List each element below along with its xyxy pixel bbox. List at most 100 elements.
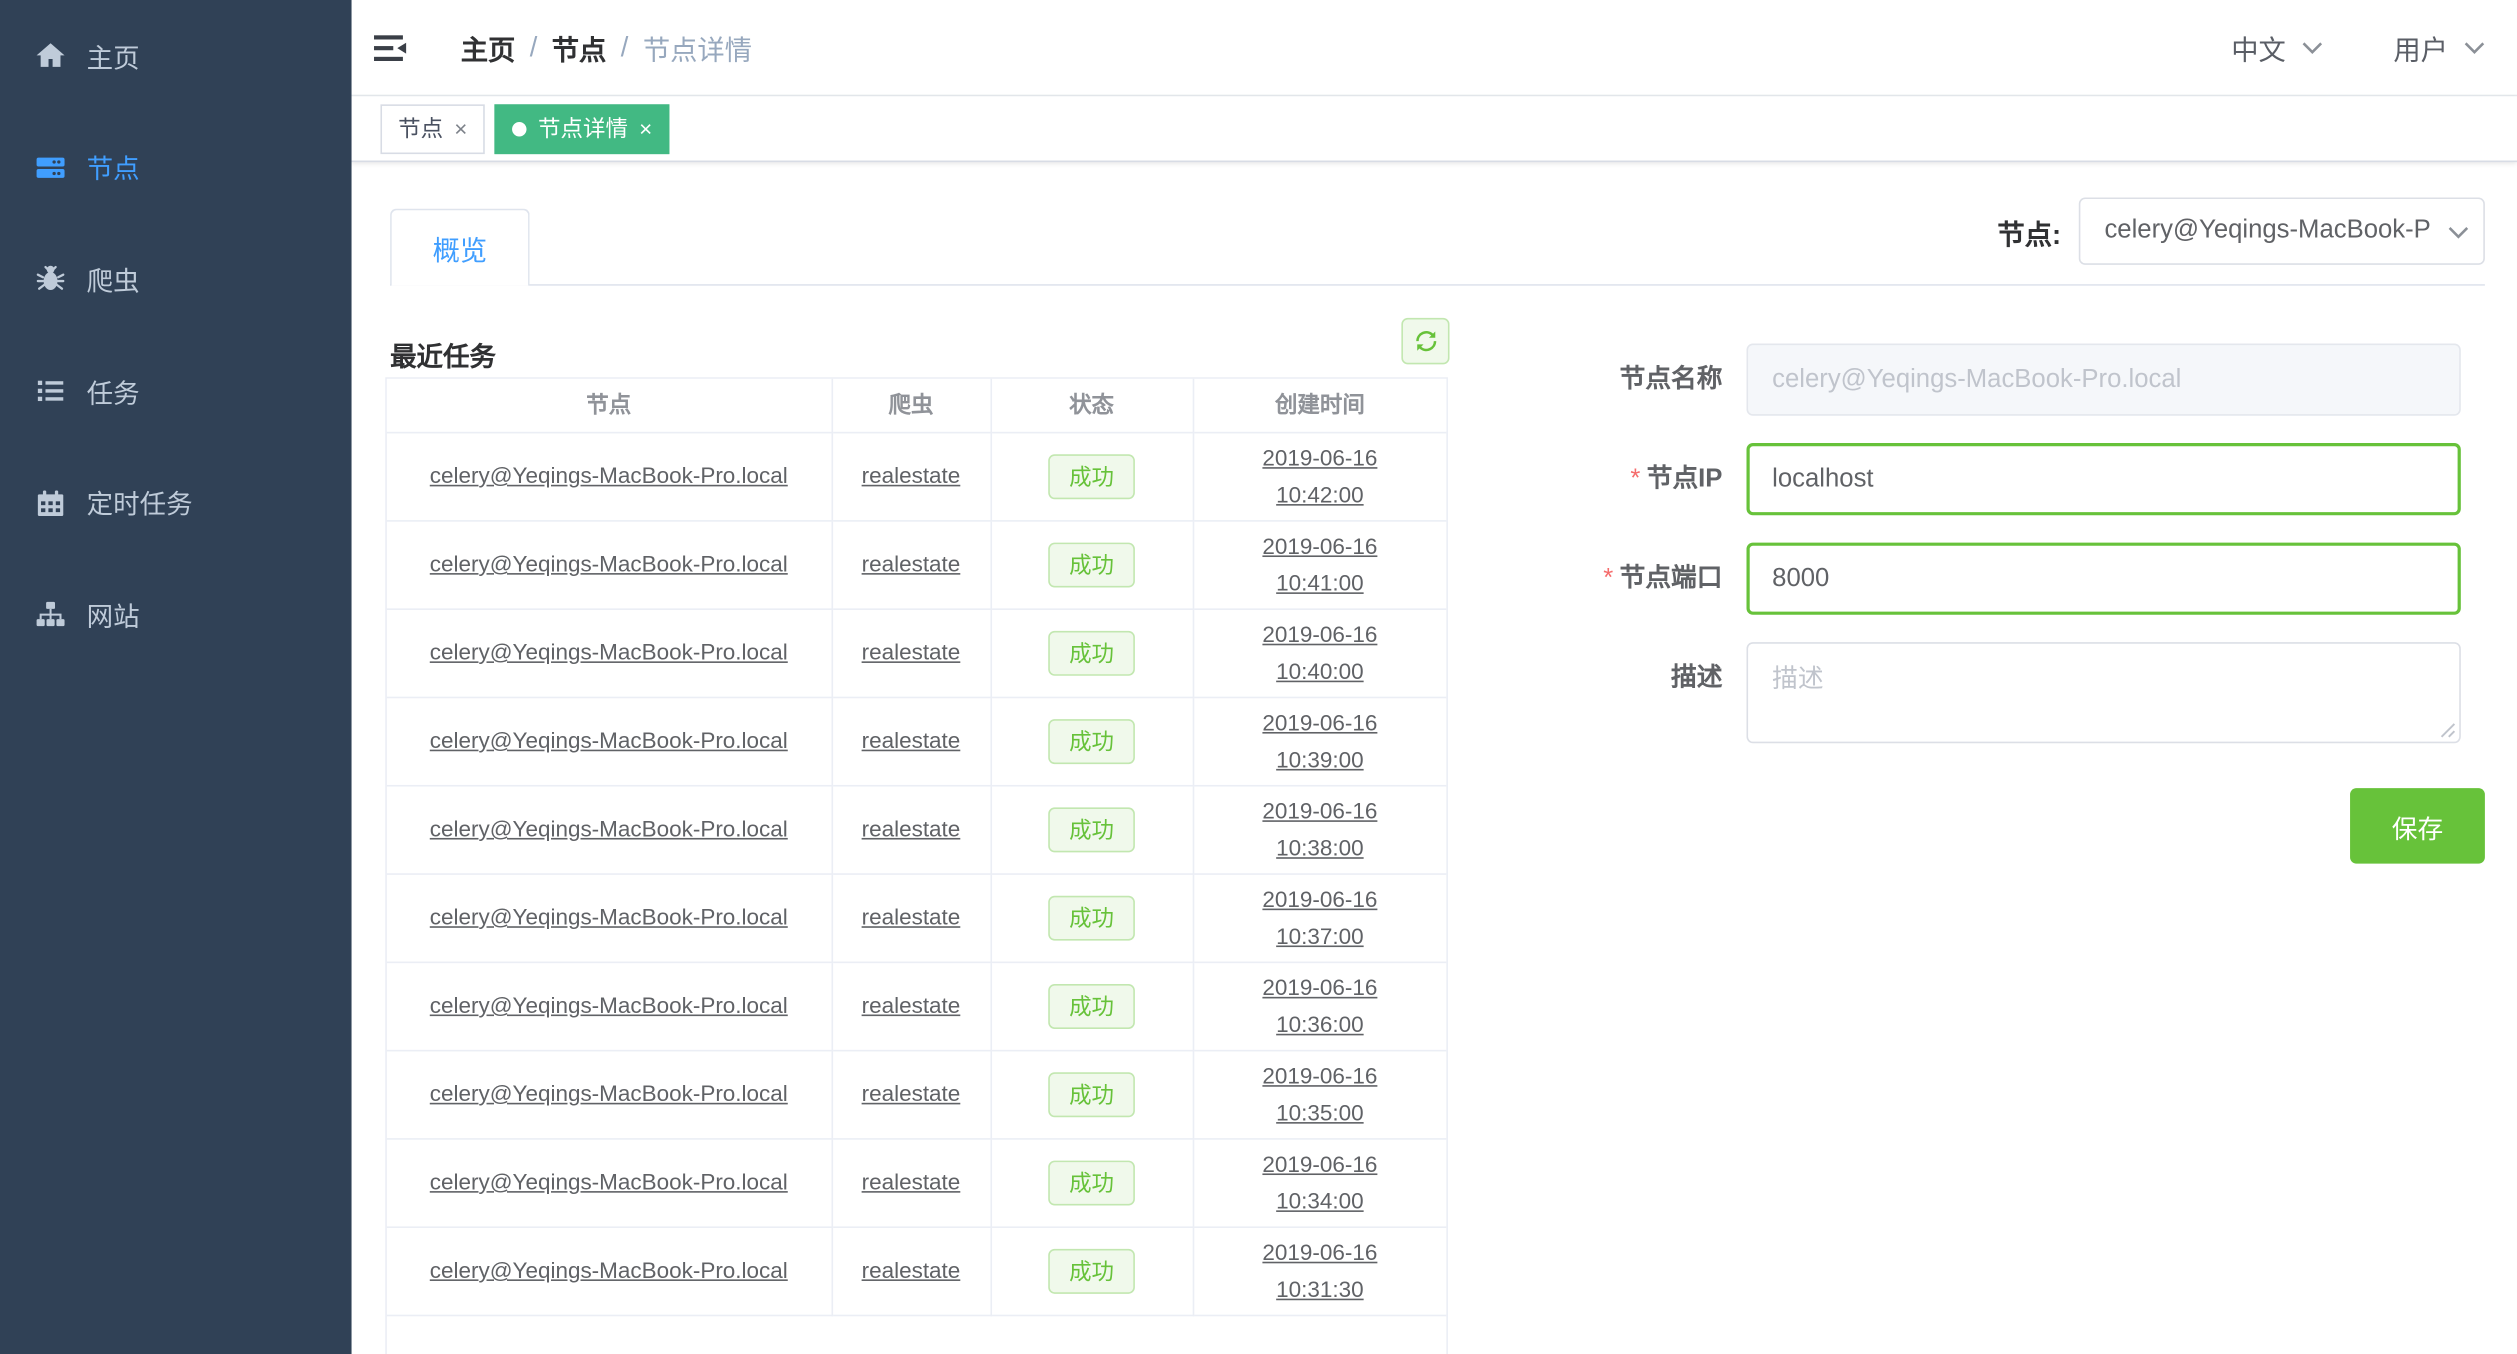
home-icon <box>34 40 66 72</box>
spider-link[interactable]: realestate <box>862 1080 961 1106</box>
spider-link[interactable]: realestate <box>862 904 961 930</box>
language-label: 中文 <box>2231 27 2286 67</box>
recent-tasks-title: 最近任务 <box>390 335 496 374</box>
sidebar-item-home[interactable]: 主页 <box>0 0 352 112</box>
list-icon <box>34 375 66 407</box>
tag-node-detail[interactable]: 节点详情 × <box>495 104 670 154</box>
node-link[interactable]: celery@Yeqings-MacBook-Pro.local <box>430 992 788 1018</box>
status-badge: 成功 <box>1048 895 1135 940</box>
sidebar-item-label: 爬虫 <box>87 260 140 299</box>
spider-link[interactable]: realestate <box>862 815 961 841</box>
tag-nodes[interactable]: 节点 × <box>380 104 485 154</box>
hamburger-icon[interactable] <box>371 28 410 67</box>
node-link[interactable]: celery@Yeqings-MacBook-Pro.local <box>430 1169 788 1195</box>
sidebar-item-nodes[interactable]: 节点 <box>0 112 352 224</box>
chevron-down-icon <box>2302 41 2323 54</box>
language-dropdown[interactable]: 中文 <box>2231 27 2322 67</box>
sidebar-item-label: 网站 <box>87 595 140 634</box>
status-badge: 成功 <box>1048 542 1135 587</box>
sidebar-item-spiders[interactable]: 爬虫 <box>0 223 352 335</box>
tag-label: 节点 <box>398 112 443 144</box>
created-time-link[interactable]: 2019-06-1610:35:00 <box>1262 1057 1377 1131</box>
status-badge: 成功 <box>1048 1160 1135 1205</box>
navbar-right: 中文 用户 <box>2231 27 2485 67</box>
status-badge: 成功 <box>1048 453 1135 498</box>
status-badge: 成功 <box>1048 718 1135 763</box>
resize-grip-icon[interactable] <box>2440 722 2456 738</box>
table-row: celery@Yeqings-MacBook-Pro.local realest… <box>387 785 1446 873</box>
node-ip-label: *节点IP <box>1250 443 1746 515</box>
user-label: 用户 <box>2393 27 2448 67</box>
breadcrumb-nodes[interactable]: 节点 <box>552 27 607 67</box>
active-dot <box>512 121 526 135</box>
spider-link[interactable]: realestate <box>862 551 961 577</box>
node-select-label: 节点: <box>1997 211 2061 251</box>
node-ip-field[interactable] <box>1746 443 2460 515</box>
spider-link[interactable]: realestate <box>862 462 961 488</box>
column-header-spider: 爬虫 <box>832 379 991 432</box>
spider-link[interactable]: realestate <box>862 1257 961 1283</box>
tag-label: 节点详情 <box>538 112 628 144</box>
sitemap-icon <box>34 598 66 630</box>
form-row-name: 节点名称 <box>1250 344 2484 416</box>
node-link[interactable]: celery@Yeqings-MacBook-Pro.local <box>430 551 788 577</box>
node-link[interactable]: celery@Yeqings-MacBook-Pro.local <box>430 639 788 665</box>
close-icon[interactable]: × <box>454 117 467 139</box>
node-select-value: celery@Yeqings-MacBook-P <box>2104 217 2430 244</box>
sidebar-item-label: 主页 <box>87 37 140 76</box>
table-row: celery@Yeqings-MacBook-Pro.local realest… <box>387 1226 1446 1314</box>
save-button[interactable]: 保存 <box>2350 788 2485 863</box>
node-link[interactable]: celery@Yeqings-MacBook-Pro.local <box>430 1080 788 1106</box>
node-select-row: 节点: celery@Yeqings-MacBook-P <box>1997 197 2484 264</box>
spider-link[interactable]: realestate <box>862 992 961 1018</box>
node-select[interactable]: celery@Yeqings-MacBook-P <box>2079 197 2485 264</box>
column-header-status: 状态 <box>990 379 1192 432</box>
form-row-description: 描述 <box>1250 642 2484 743</box>
tabs-divider <box>390 284 2485 286</box>
node-link[interactable]: celery@Yeqings-MacBook-Pro.local <box>430 815 788 841</box>
breadcrumb: 主页 / 节点 / 节点详情 <box>461 27 752 67</box>
created-time-link[interactable]: 2019-06-1610:31:30 <box>1262 1234 1377 1308</box>
created-time-link[interactable]: 2019-06-1610:38:00 <box>1262 792 1377 866</box>
sidebar-item-label: 定时任务 <box>87 483 193 522</box>
sidebar-item-tasks[interactable]: 任务 <box>0 335 352 447</box>
node-detail-page: 概览 节点: celery@Yeqings-MacBook-P 最近任务 <box>352 164 2517 1354</box>
bug-icon <box>34 263 66 295</box>
node-link[interactable]: celery@Yeqings-MacBook-Pro.local <box>430 727 788 753</box>
breadcrumb-home[interactable]: 主页 <box>461 27 516 67</box>
close-icon[interactable]: × <box>639 117 652 139</box>
description-field[interactable] <box>1746 642 2460 743</box>
node-port-label: *节点端口 <box>1250 543 1746 615</box>
user-dropdown[interactable]: 用户 <box>2393 27 2484 67</box>
sidebar-item-sites[interactable]: 网站 <box>0 559 352 671</box>
created-time-link[interactable]: 2019-06-1610:36:00 <box>1262 969 1377 1043</box>
spider-link[interactable]: realestate <box>862 727 961 753</box>
form-row-ip: *节点IP <box>1250 443 2484 515</box>
navbar: 主页 / 节点 / 节点详情 中文 用户 <box>352 0 2517 96</box>
tags-bar: 节点 × 节点详情 × <box>352 96 2517 162</box>
tab-overview[interactable]: 概览 <box>390 209 530 286</box>
status-badge: 成功 <box>1048 983 1135 1028</box>
form-row-port: *节点端口 <box>1250 543 2484 615</box>
status-badge: 成功 <box>1048 1248 1135 1293</box>
sidebar-item-schedules[interactable]: 定时任务 <box>0 447 352 559</box>
created-time-link[interactable]: 2019-06-1610:37:00 <box>1262 880 1377 954</box>
node-link[interactable]: celery@Yeqings-MacBook-Pro.local <box>430 904 788 930</box>
node-link[interactable]: celery@Yeqings-MacBook-Pro.local <box>430 462 788 488</box>
node-port-field[interactable] <box>1746 543 2460 615</box>
chevron-down-icon <box>2464 41 2485 54</box>
sidebar-item-label: 节点 <box>87 148 140 187</box>
spider-link[interactable]: realestate <box>862 1169 961 1195</box>
created-time-link[interactable]: 2019-06-1610:34:00 <box>1262 1145 1377 1219</box>
main-area: 主页 / 节点 / 节点详情 中文 用户 节点 × <box>352 0 2517 1354</box>
status-badge: 成功 <box>1048 630 1135 675</box>
chevron-down-icon <box>2448 226 2469 239</box>
status-badge: 成功 <box>1048 1071 1135 1116</box>
node-name-field[interactable] <box>1746 344 2460 416</box>
spider-link[interactable]: realestate <box>862 639 961 665</box>
node-name-label: 节点名称 <box>1250 344 1746 416</box>
node-link[interactable]: celery@Yeqings-MacBook-Pro.local <box>430 1257 788 1283</box>
column-header-node: 节点 <box>387 379 832 432</box>
status-badge: 成功 <box>1048 807 1135 852</box>
recent-tasks-table: 节点 爬虫 状态 创建时间 celery@Yeqings-MacBook-Pro… <box>385 377 1448 1354</box>
